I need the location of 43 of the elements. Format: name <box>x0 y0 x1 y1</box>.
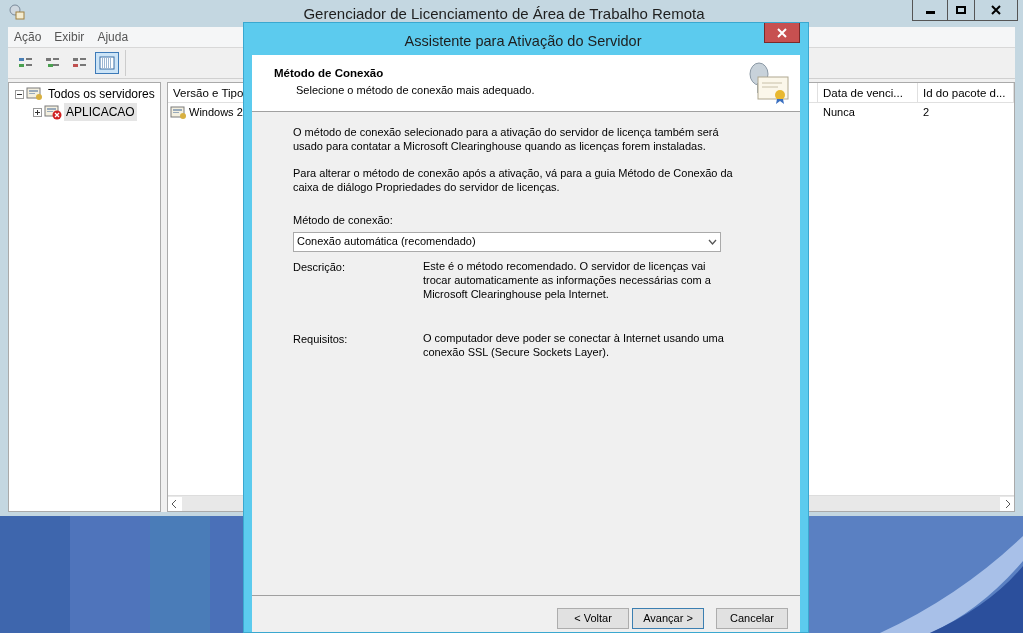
scroll-left-icon[interactable] <box>168 496 182 511</box>
detail-view-icon <box>99 56 115 70</box>
tree-view-icon <box>72 56 88 70</box>
detail-label: Requisitos: <box>293 331 349 347</box>
menu-item[interactable]: Exibir <box>54 28 85 46</box>
column-header[interactable]: Data de venci... <box>818 83 918 102</box>
detail-text: O computador deve poder se conectar à Internet usando uma conexão SSL (Secure Sockets Layer). <box>423 330 725 359</box>
column-header[interactable]: Id do pacote d... <box>918 83 1014 102</box>
dialog-title: Assistente para Ativação do Servidor <box>403 32 643 51</box>
wizard-button[interactable]: Avançar > <box>632 608 704 629</box>
tree-view-icon <box>45 56 61 70</box>
scroll-right-icon[interactable] <box>1000 496 1014 511</box>
server-error-icon <box>44 104 62 120</box>
table-cell-text: Windows 2 <box>189 105 243 121</box>
license-pack-icon <box>170 104 188 121</box>
wizard-button[interactable]: < Voltar <box>557 608 629 629</box>
close-icon <box>991 5 1001 15</box>
menu-item[interactable]: Ajuda <box>97 28 129 46</box>
method-dropdown[interactable]: Conexão automática (recomendado) <box>293 231 721 252</box>
page-heading: Método de Conexão <box>274 66 385 81</box>
wizard-button[interactable]: Cancelar <box>716 608 788 629</box>
close-button[interactable] <box>764 23 800 43</box>
close-icon <box>777 27 787 38</box>
collapse-icon[interactable] <box>15 89 24 99</box>
chevron-down-icon <box>708 238 717 245</box>
field-label: Método de conexão: <box>293 213 394 228</box>
servers-icon <box>26 86 44 102</box>
page-subheading: Selecione o método de conexão mais adequado. <box>295 83 536 99</box>
info-paragraph: Para alterar o método de conexão após a ativação, vá para a guia Método de Conexão da caixa de diálogo Propriedades do servidor de licenças. <box>293 166 733 194</box>
detail-text: Este é o método recomendado. O servidor de licenças vai trocar automaticamente as informações necessárias com a Microsoft Clearinghouse pela Internet. <box>423 258 712 301</box>
table-cell-text: Nunca <box>823 105 855 121</box>
menu-item[interactable]: Ação <box>14 28 42 46</box>
tree-item[interactable]: Todos os servidores <box>46 85 157 103</box>
info-paragraph: O método de conexão selecionado para a ativação do servidor de licença também será usado para contatar a Microsoft Clearinghouse quando as licenças forem instaladas. <box>293 125 720 153</box>
tree-view-icon <box>18 56 34 70</box>
certificate-icon <box>746 61 790 105</box>
table-cell-text: 2 <box>923 105 930 121</box>
window-title: Gerenciador de Licenciamento de Área de Trabalho Remota <box>302 4 706 24</box>
expand-icon[interactable] <box>33 107 42 117</box>
app-icon <box>8 3 26 21</box>
tree-item[interactable]: APLICACAO <box>64 103 137 121</box>
view-button[interactable] <box>95 52 119 74</box>
detail-label: Descrição: <box>293 259 346 275</box>
